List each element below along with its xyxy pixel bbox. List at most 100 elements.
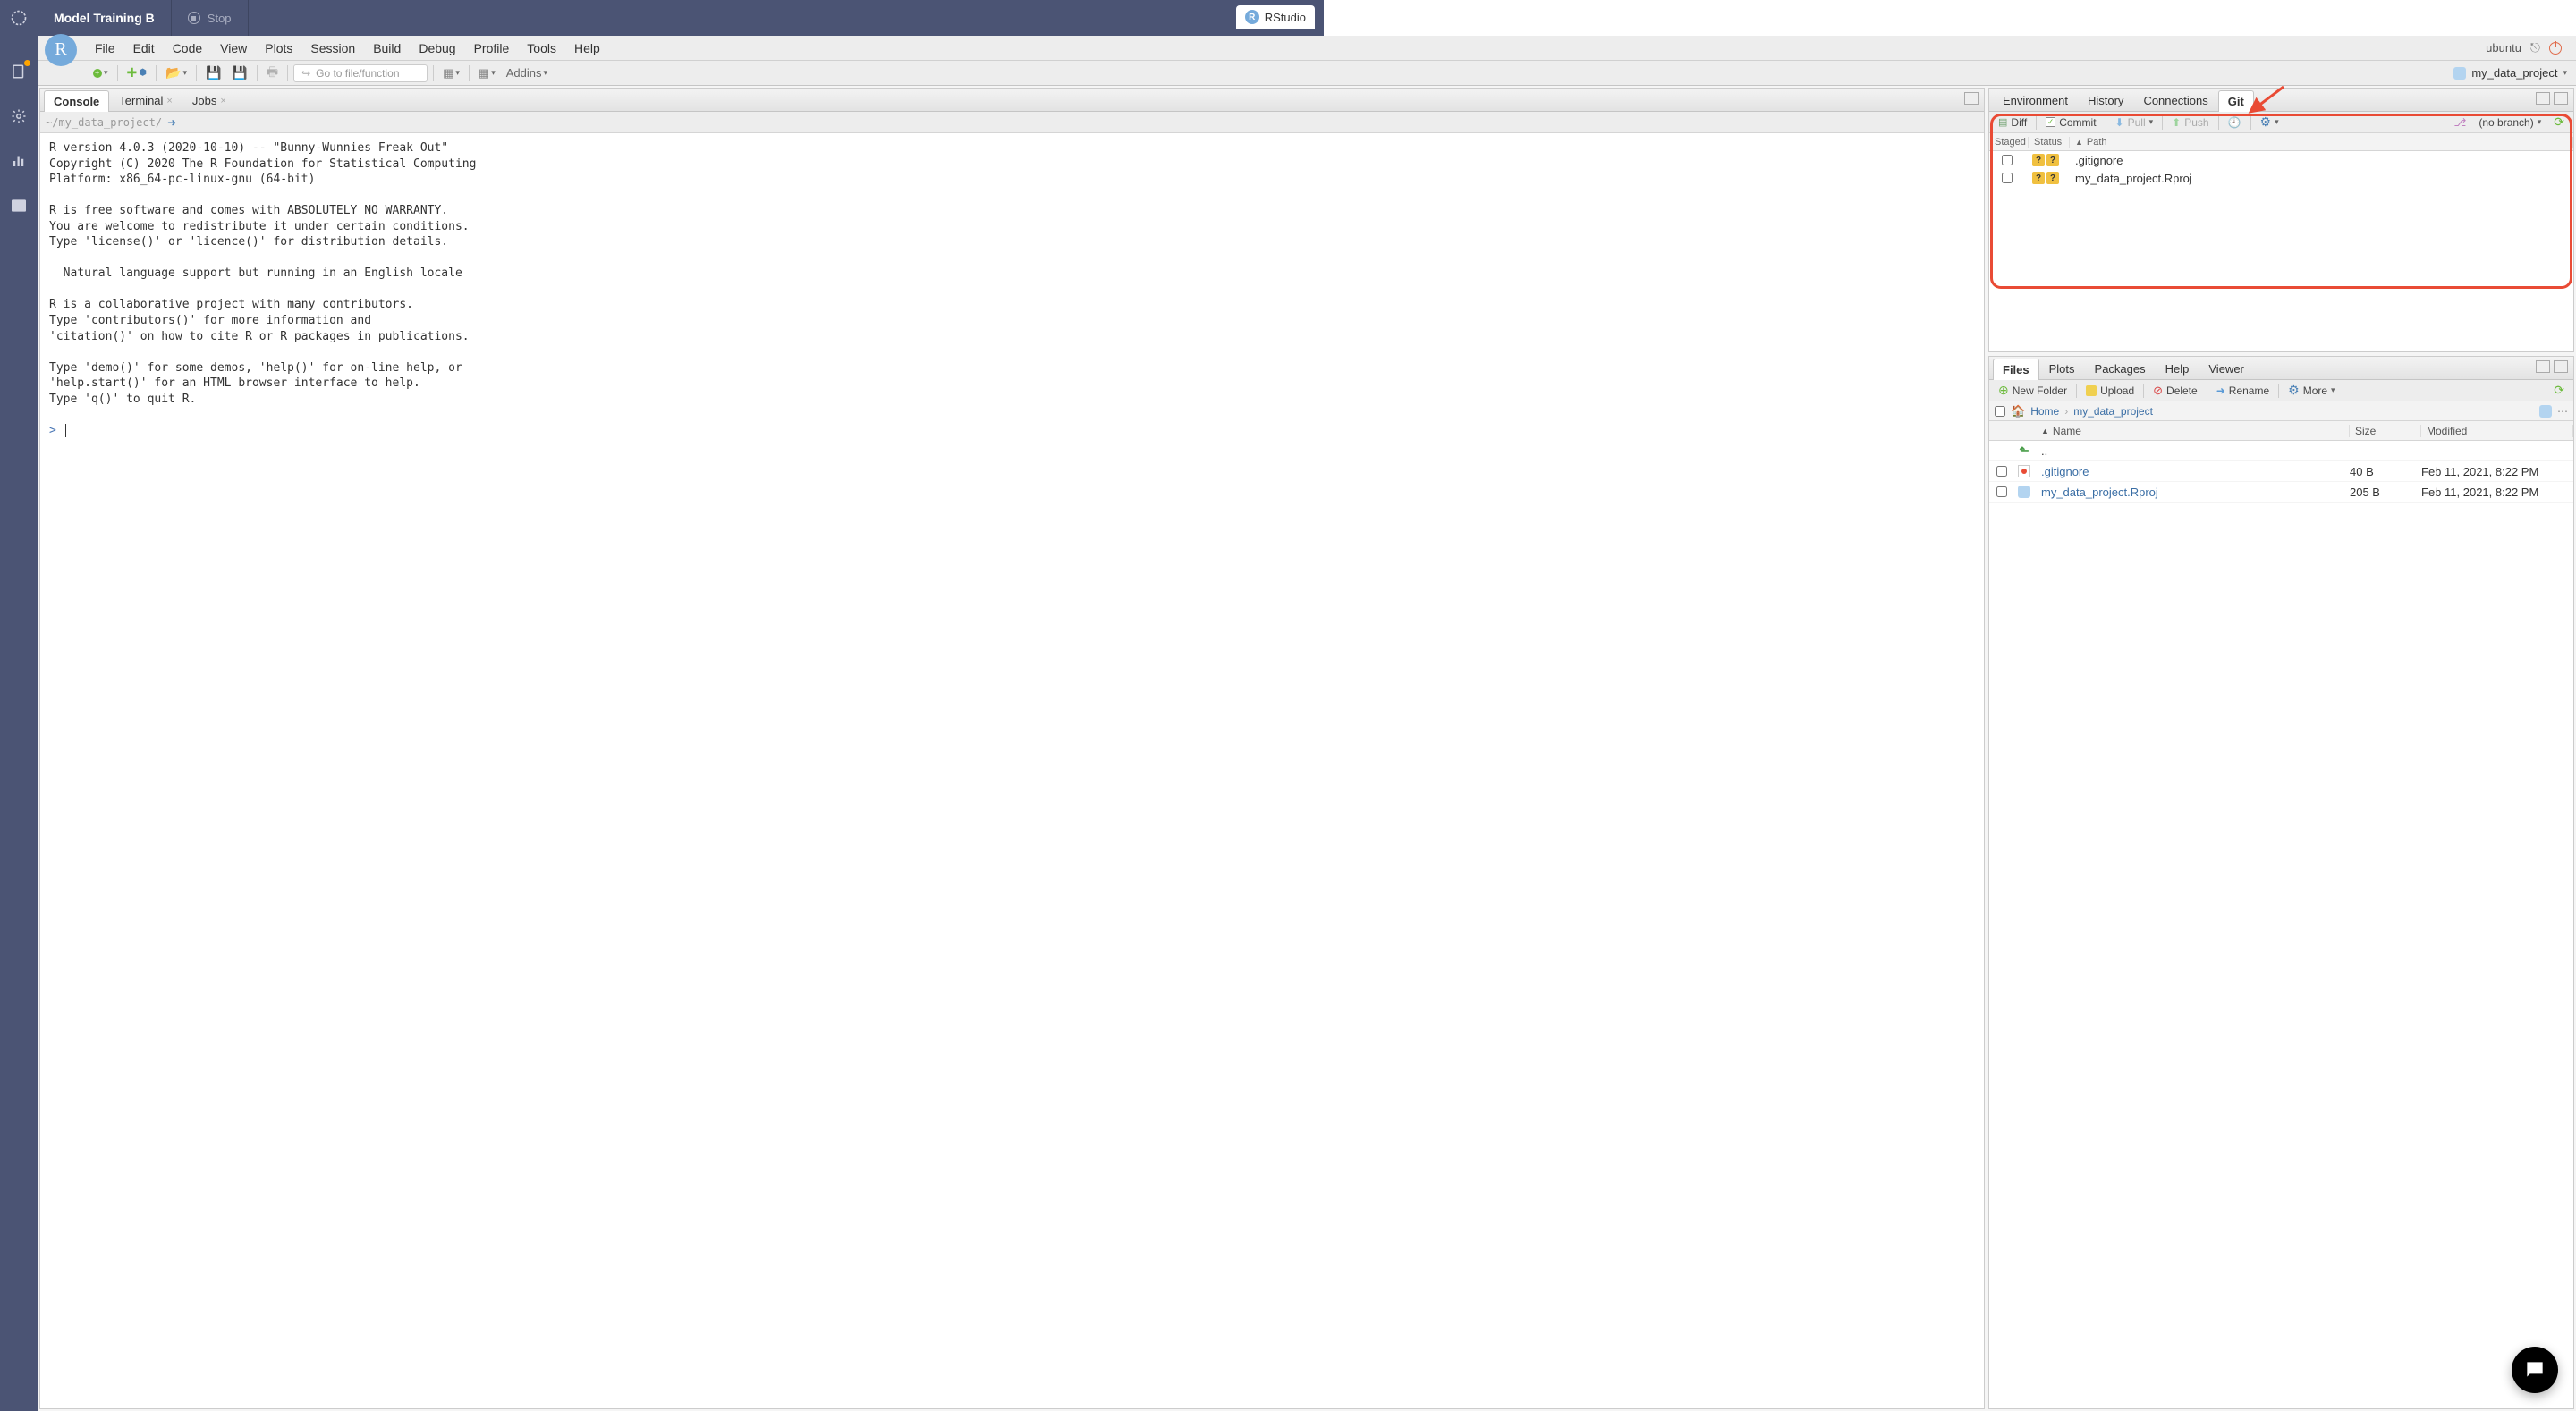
sidebar-settings-icon[interactable] bbox=[10, 107, 28, 125]
git-diff-button[interactable]: ▤Diff bbox=[1995, 115, 2030, 130]
new-project-button[interactable]: ✚⬢ bbox=[123, 63, 150, 82]
sidebar-metrics-icon[interactable] bbox=[10, 152, 28, 170]
breadcrumb-current[interactable]: my_data_project bbox=[2073, 405, 2153, 418]
file-checkbox[interactable] bbox=[1996, 466, 2007, 477]
git-refresh-button[interactable]: ⟳ bbox=[2550, 114, 2568, 131]
stop-label: Stop bbox=[208, 12, 232, 25]
goto-file-input[interactable]: ↪Go to file/function bbox=[293, 64, 428, 82]
sidebar-panel-icon[interactable] bbox=[10, 197, 28, 215]
menu-code[interactable]: Code bbox=[164, 41, 211, 55]
breadcrumb-home[interactable]: Home bbox=[2030, 405, 2059, 418]
git-push-button[interactable]: ⬆Push bbox=[2168, 115, 2212, 130]
project-name-label[interactable]: my_data_project bbox=[2471, 66, 2557, 80]
tab-files[interactable]: Files bbox=[1993, 359, 2039, 380]
stage-checkbox[interactable] bbox=[2002, 173, 2012, 183]
maximize-pane-button[interactable] bbox=[2554, 92, 2568, 105]
tab-connections[interactable]: Connections bbox=[2133, 89, 2217, 111]
more-options-icon[interactable]: ⋯ bbox=[2557, 405, 2568, 418]
rename-button[interactable]: ➜Rename bbox=[2213, 384, 2273, 398]
open-file-button[interactable]: 📂▾ bbox=[162, 63, 191, 82]
grid-button[interactable]: ▦▾ bbox=[475, 64, 499, 82]
menu-view[interactable]: View bbox=[211, 41, 256, 55]
tab-environment[interactable]: Environment bbox=[1993, 89, 2078, 111]
menu-profile[interactable]: Profile bbox=[465, 41, 519, 55]
print-button[interactable]: 🖶 bbox=[263, 61, 282, 86]
files-row[interactable]: my_data_project.Rproj 205 B Feb 11, 2021… bbox=[1989, 482, 2573, 503]
file-name[interactable]: .gitignore bbox=[2034, 465, 2350, 478]
col-name[interactable]: ▲Name bbox=[2014, 425, 2350, 437]
file-name[interactable]: .. bbox=[2034, 444, 2350, 458]
tab-help[interactable]: Help bbox=[2156, 358, 2199, 379]
menu-build[interactable]: Build bbox=[364, 41, 410, 55]
col-staged[interactable]: Staged bbox=[1989, 137, 2029, 148]
col-modified[interactable]: Modified bbox=[2421, 425, 2573, 437]
new-file-button[interactable]: ▾ bbox=[89, 66, 112, 80]
tab-console[interactable]: Console bbox=[44, 90, 109, 112]
refresh-button[interactable]: ⟳ bbox=[2550, 382, 2568, 399]
path-arrow-icon[interactable]: ➜ bbox=[167, 116, 176, 129]
sidebar-sessions-icon[interactable] bbox=[10, 63, 28, 80]
git-pull-button[interactable]: ⬇Pull ▾ bbox=[2112, 115, 2157, 130]
menu-help[interactable]: Help bbox=[565, 41, 609, 55]
git-branch-selector[interactable]: (no branch) ▾ bbox=[2475, 115, 2545, 130]
menu-bar: R File Edit Code View Plots Session Buil… bbox=[38, 36, 2576, 61]
select-all-checkbox[interactable] bbox=[1995, 406, 2005, 417]
menu-debug[interactable]: Debug bbox=[410, 41, 464, 55]
close-icon[interactable]: × bbox=[220, 96, 225, 106]
rproj-icon[interactable] bbox=[2539, 405, 2552, 418]
menu-plots[interactable]: Plots bbox=[256, 41, 301, 55]
col-size[interactable]: Size bbox=[2350, 425, 2421, 437]
maximize-pane-button[interactable] bbox=[2554, 360, 2568, 373]
git-row[interactable]: ?? .gitignore bbox=[1989, 151, 2573, 169]
breadcrumb-separator: › bbox=[2064, 405, 2068, 418]
tab-terminal[interactable]: Terminal× bbox=[109, 89, 182, 111]
col-status[interactable]: Status bbox=[2029, 137, 2070, 148]
home-icon[interactable]: 🏠 bbox=[2011, 404, 2025, 418]
tab-git[interactable]: Git bbox=[2218, 90, 2254, 112]
more-button[interactable]: ⚙More ▾ bbox=[2284, 382, 2338, 399]
power-icon[interactable] bbox=[2549, 42, 2562, 55]
platform-menu-icon[interactable] bbox=[0, 0, 38, 36]
file-name[interactable]: my_data_project.Rproj bbox=[2034, 486, 2350, 499]
minimize-pane-button[interactable] bbox=[2536, 360, 2550, 373]
col-path[interactable]: ▲Path bbox=[2070, 137, 2573, 148]
tab-plots[interactable]: Plots bbox=[2039, 358, 2085, 379]
delete-button[interactable]: ⊘Delete bbox=[2149, 383, 2201, 399]
stop-session-button[interactable]: Stop bbox=[172, 0, 249, 36]
stage-checkbox[interactable] bbox=[2002, 155, 2012, 165]
tab-history[interactable]: History bbox=[2078, 89, 2133, 111]
menu-session[interactable]: Session bbox=[301, 41, 364, 55]
workspace-button[interactable]: ▦▾ bbox=[439, 64, 463, 82]
git-row[interactable]: ?? my_data_project.Rproj bbox=[1989, 169, 2573, 187]
menu-tools[interactable]: Tools bbox=[518, 41, 565, 55]
files-row-parent[interactable]: ⬑ .. bbox=[1989, 441, 2573, 461]
git-commit-button[interactable]: Commit bbox=[2042, 115, 2099, 130]
menu-edit[interactable]: Edit bbox=[124, 41, 164, 55]
addins-button[interactable]: Addins ▾ bbox=[503, 64, 551, 81]
save-button[interactable]: 💾 bbox=[202, 63, 225, 82]
signout-icon[interactable]: ⎋ bbox=[2530, 40, 2540, 55]
minimize-pane-button[interactable] bbox=[2536, 92, 2550, 105]
new-folder-button[interactable]: ⊕New Folder bbox=[1995, 382, 2071, 399]
git-history-button[interactable]: 🕘 bbox=[2224, 115, 2245, 130]
git-branch-new-button[interactable]: ⎇ bbox=[2451, 115, 2470, 130]
rproj-file-icon bbox=[2018, 486, 2030, 498]
platform-topbar: Model Training B Stop R RStudio bbox=[0, 0, 1324, 36]
gear-icon: ⚙ bbox=[2260, 114, 2272, 130]
console-output[interactable]: R version 4.0.3 (2020-10-10) -- "Bunny-W… bbox=[40, 133, 1984, 1408]
git-more-button[interactable]: ⚙▾ bbox=[2257, 114, 2283, 131]
upload-button[interactable]: Upload bbox=[2082, 384, 2138, 398]
rstudio-tab[interactable]: R RStudio bbox=[1236, 5, 1315, 29]
save-all-button[interactable]: 💾 bbox=[228, 63, 250, 82]
file-checkbox[interactable] bbox=[1996, 486, 2007, 497]
git-file-path: my_data_project.Rproj bbox=[2075, 172, 2192, 185]
minimize-pane-button[interactable] bbox=[1964, 92, 1979, 105]
intercom-chat-button[interactable] bbox=[2512, 1347, 2558, 1393]
close-icon[interactable]: × bbox=[166, 96, 172, 106]
rstudio-icon: R bbox=[1245, 10, 1259, 24]
files-row[interactable]: .gitignore 40 B Feb 11, 2021, 8:22 PM bbox=[1989, 461, 2573, 482]
tab-jobs[interactable]: Jobs× bbox=[182, 89, 236, 111]
tab-viewer[interactable]: Viewer bbox=[2199, 358, 2254, 379]
tab-packages[interactable]: Packages bbox=[2085, 358, 2156, 379]
menu-file[interactable]: File bbox=[86, 41, 124, 55]
